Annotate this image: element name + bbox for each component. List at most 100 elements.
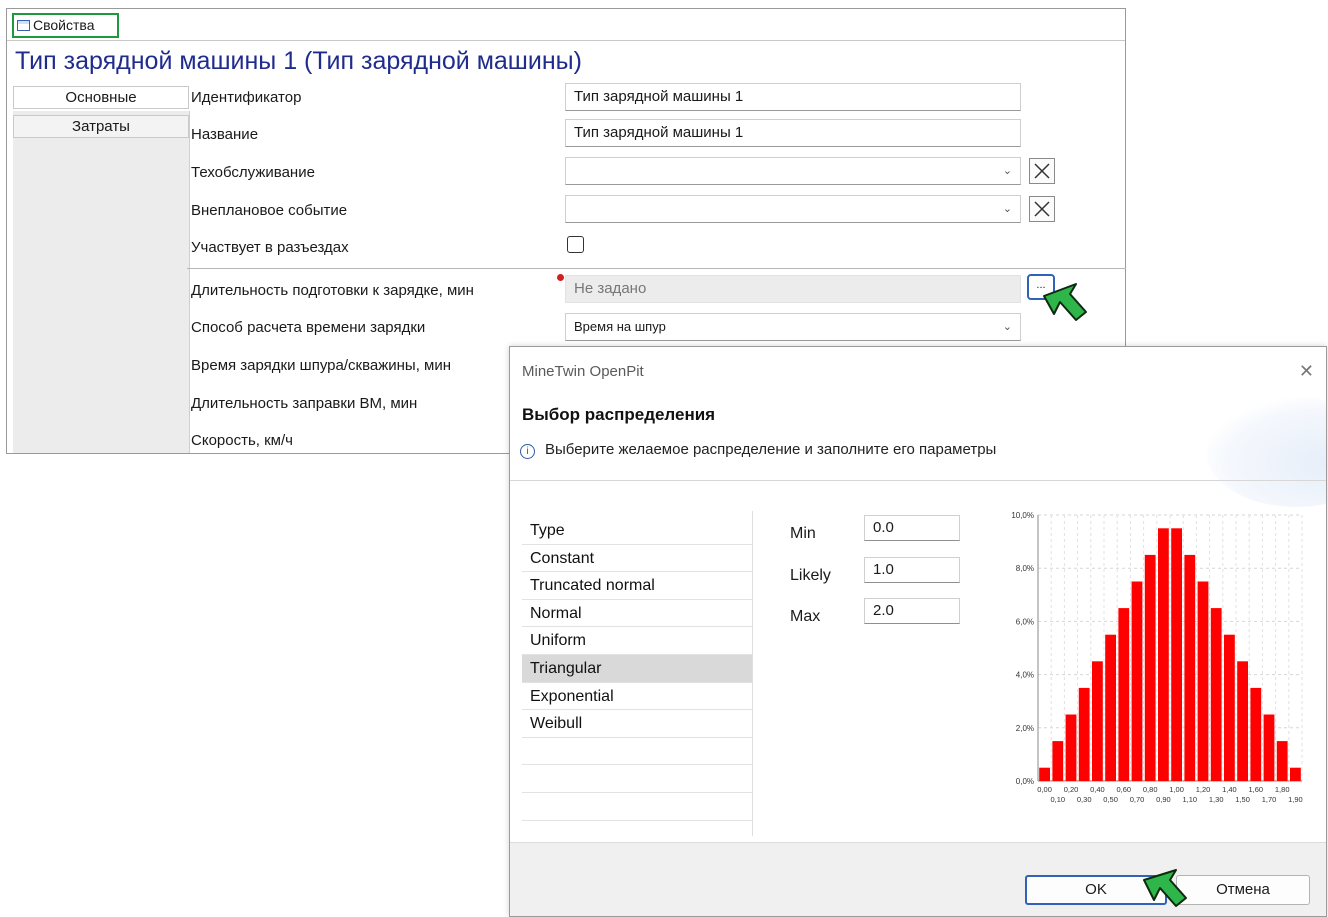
participates-checkbox[interactable]: [567, 236, 584, 253]
y-tick-label: 6,0%: [1016, 617, 1034, 626]
x-tick-label: 1,10: [1182, 795, 1197, 804]
likely-input[interactable]: 1.0: [864, 557, 960, 583]
prep-duration-field[interactable]: Не задано: [565, 275, 1021, 303]
unplanned-event-combo[interactable]: ⌄: [565, 195, 1021, 223]
max-input[interactable]: 2.0: [864, 598, 960, 624]
name-field[interactable]: Тип зарядной машины 1: [565, 119, 1021, 147]
section-divider: [187, 268, 1126, 269]
x-tick-label: 0,00: [1037, 785, 1052, 794]
tabstrip-divider: [7, 40, 1125, 41]
x-tick-label: 1,80: [1275, 785, 1290, 794]
charge-method-label: Способ расчета времени зарядки: [191, 319, 426, 336]
list-item[interactable]: Truncated normal: [522, 572, 753, 600]
bar: [1276, 741, 1288, 781]
identifier-label: Идентификатор: [191, 89, 302, 106]
side-tabs-column: [13, 111, 190, 453]
y-tick-label: 2,0%: [1016, 724, 1034, 733]
distribution-list[interactable]: Type Constant Truncated normal Normal Un…: [522, 517, 753, 849]
x-tick-label: 1,20: [1196, 785, 1211, 794]
prep-duration-label: Длительность подготовки к зарядке, мин: [191, 282, 474, 299]
list-divider: [752, 511, 753, 836]
unplanned-event-label: Внеплановое событие: [191, 202, 348, 219]
x-tick-label: 1,90: [1288, 795, 1303, 804]
bar: [1118, 608, 1130, 781]
list-item-selected[interactable]: Triangular: [522, 654, 753, 683]
tab-costs[interactable]: Затраты: [13, 115, 189, 138]
cancel-button[interactable]: Отмена: [1176, 875, 1310, 905]
name-label: Название: [191, 126, 259, 143]
tab-basic[interactable]: Основные: [13, 86, 189, 109]
likely-label: Likely: [790, 567, 831, 584]
bar: [1237, 661, 1248, 781]
bar: [1144, 554, 1156, 781]
x-tick-label: 0,20: [1064, 785, 1079, 794]
list-item[interactable]: Exponential: [522, 683, 753, 711]
bar: [1171, 528, 1182, 781]
pointer-arrow-icon: [1143, 869, 1187, 907]
speed-label: Скорость, км/ч: [191, 432, 293, 449]
bar: [1197, 581, 1209, 781]
list-item[interactable]: Constant: [522, 545, 753, 573]
clear-unplanned-event-button[interactable]: [1029, 196, 1055, 222]
y-tick-label: 8,0%: [1016, 564, 1034, 573]
y-tick-label: 4,0%: [1016, 671, 1034, 680]
x-tick-label: 0,50: [1103, 795, 1118, 804]
clear-maintenance-button[interactable]: [1029, 158, 1055, 184]
x-tick-label: 0,70: [1130, 795, 1145, 804]
list-item[interactable]: Type: [522, 517, 753, 545]
y-tick-label: 0,0%: [1016, 777, 1034, 786]
bar: [1039, 767, 1050, 781]
distribution-chart: 0,0% 2,0% 4,0% 6,0% 8,0% 10,0% 0,00 0,20 0,40 0,6…: [1011, 511, 1303, 804]
distribution-dialog: MineTwin OpenPit ✕ Выбор распределения i…: [509, 346, 1327, 917]
info-icon: i: [520, 444, 535, 459]
list-item[interactable]: Normal: [522, 600, 753, 628]
participates-label: Участвует в разъездах: [191, 239, 349, 256]
properties-tab[interactable]: Свойства: [12, 13, 119, 38]
dialog-body: Type Constant Truncated normal Normal Un…: [510, 480, 1326, 849]
bar: [1052, 741, 1064, 781]
x-tick-label: 0,10: [1050, 795, 1065, 804]
x-tick-label: 1,60: [1248, 785, 1263, 794]
error-icon: [557, 274, 564, 281]
refuel-duration-label: Длительность заправки ВМ, мин: [191, 395, 418, 412]
list-item[interactable]: [522, 738, 753, 766]
x-tick-label: 0,40: [1090, 785, 1105, 794]
properties-tab-label: Свойства: [33, 17, 95, 33]
list-item[interactable]: Weibull: [522, 710, 753, 738]
page-title: Тип зарядной машины 1 (Тип зарядной маши…: [15, 47, 582, 75]
x-tick-label: 1,50: [1235, 795, 1250, 804]
bar: [1065, 714, 1077, 781]
x-tick-label: 1,30: [1209, 795, 1224, 804]
charge-method-value: Время на шпур: [574, 319, 666, 334]
list-item[interactable]: [522, 793, 753, 821]
bar: [1210, 608, 1222, 781]
dialog-window-title: MineTwin OpenPit: [522, 363, 644, 380]
close-icon: [1034, 163, 1050, 179]
info-text: Выберите желаемое распределение и заполн…: [545, 441, 997, 458]
bar: [1263, 714, 1275, 781]
x-tick-label: 1,70: [1262, 795, 1277, 804]
y-tick-label: 10,0%: [1011, 511, 1034, 520]
close-icon[interactable]: ✕: [1299, 361, 1314, 382]
list-item[interactable]: [522, 765, 753, 793]
x-tick-label: 0,80: [1143, 785, 1158, 794]
maintenance-label: Техобслуживание: [191, 164, 315, 181]
maintenance-combo[interactable]: ⌄: [565, 157, 1021, 185]
chevron-down-icon: ⌄: [1002, 165, 1012, 177]
identifier-field[interactable]: Тип зарядной машины 1: [565, 83, 1021, 111]
x-tick-label: 1,00: [1169, 785, 1184, 794]
x-tick-label: 0,60: [1116, 785, 1131, 794]
charge-method-combo[interactable]: Время на шпур ⌄: [565, 313, 1021, 341]
bar: [1105, 634, 1116, 781]
list-item[interactable]: Uniform: [522, 627, 753, 655]
x-tick-label: 0,30: [1077, 795, 1092, 804]
pointer-arrow-icon: [1043, 283, 1087, 321]
min-label: Min: [790, 525, 816, 542]
bar: [1250, 687, 1262, 781]
dialog-heading: Выбор распределения: [522, 405, 716, 424]
chevron-down-icon: ⌄: [1002, 203, 1012, 215]
bar: [1092, 661, 1103, 781]
bar: [1290, 767, 1301, 781]
min-input[interactable]: 0.0: [864, 515, 960, 541]
bar: [1224, 634, 1235, 781]
